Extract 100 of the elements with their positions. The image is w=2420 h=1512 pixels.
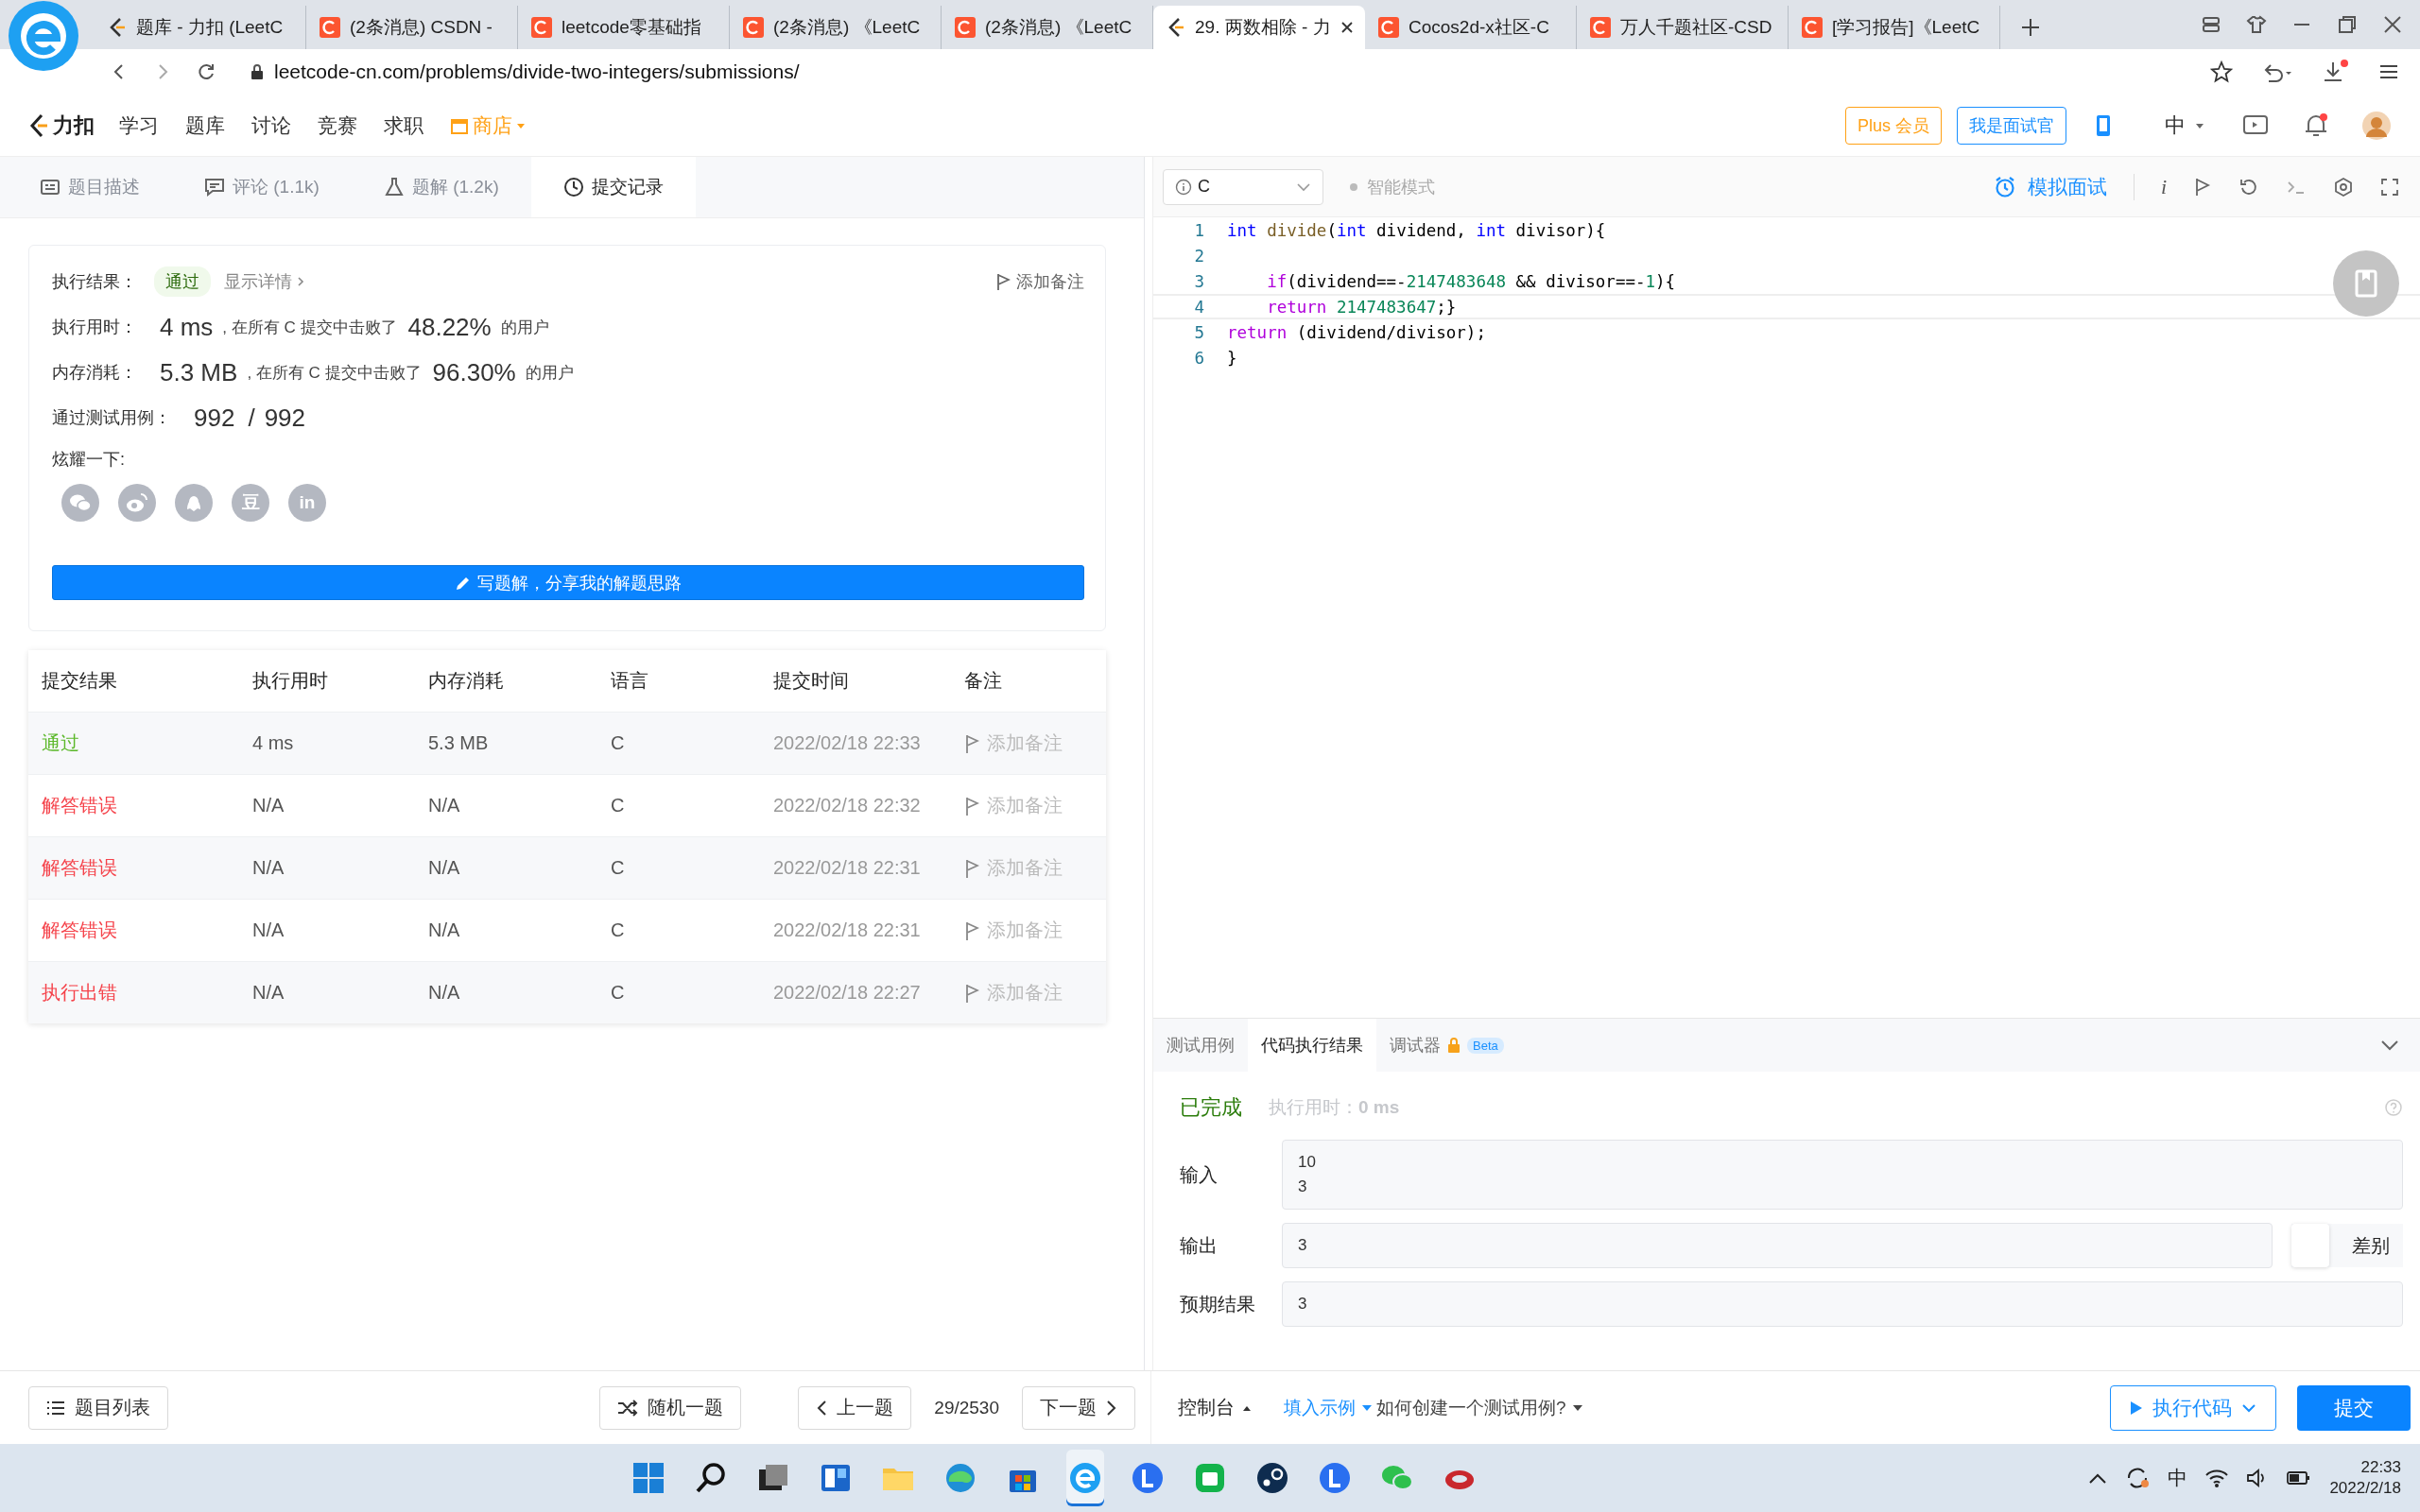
flag-icon (964, 982, 979, 1004)
phone-icon[interactable] (2095, 113, 2112, 137)
lock-icon (1446, 1037, 1461, 1054)
caret-icon (516, 121, 526, 129)
table-cell-text: C (611, 919, 626, 941)
run-time-value: 0 ms (1358, 1097, 1400, 1118)
address-field[interactable]: leetcode-cn.com/problems/divide-two-integers/submissions/ (240, 60, 2186, 83)
table-cell-text: N/A (428, 795, 461, 816)
close-icon[interactable] (1340, 21, 1354, 34)
stat-text: 的用户 (500, 317, 549, 338)
stat-value: 992 (264, 403, 305, 433)
star-icon[interactable] (2210, 60, 2233, 83)
code-line: return (dividend/divisor); (1227, 322, 1486, 342)
chevron-up-icon[interactable] (2088, 1471, 2108, 1485)
table-cell-text: N/A (252, 982, 285, 1004)
stat-value: 992 (194, 403, 235, 433)
site-logo[interactable]: 力扣 (53, 111, 95, 140)
field-label: 输出 (1180, 1233, 1219, 1258)
info-button[interactable]: i (2160, 174, 2167, 199)
status-badge: 通过 (154, 266, 211, 297)
console-tab[interactable]: 测试用例 (1153, 1019, 1248, 1072)
chevron-down-icon (2241, 1402, 2256, 1413)
table-cell-text: 2022/02/18 22:33 (773, 732, 922, 754)
separator-text: / (248, 403, 255, 433)
console-tab[interactable]: 代码执行结果 (1248, 1019, 1376, 1072)
close-icon[interactable] (2382, 14, 2403, 35)
code-editor[interactable]: 1 int divide(int dividend, int divisor){ 2 3 if(dividend==-2147483648 && divisor==-1){ 4 return 2147483647;} 5 return (dividend/divisor); 6 } (1153, 217, 2420, 1018)
collections-icon[interactable] (2201, 14, 2221, 35)
help-link[interactable]: 如何创建一个测试用例? (1376, 1395, 1583, 1420)
browser-tab[interactable]: 29. 两数相除 - 力 (1153, 6, 1365, 49)
table-cell-text: 2022/02/18 22:27 (773, 982, 922, 1004)
add-note-link[interactable]: 添加备注 (995, 270, 1084, 293)
table-cell-text: N/A (428, 982, 461, 1004)
table-cell-text: N/A (428, 857, 461, 879)
flask-icon (383, 177, 405, 198)
lock-icon (250, 63, 265, 80)
table-cell-text: 5.3 MB (428, 732, 490, 754)
stat-percent: 96.30% (432, 357, 516, 387)
settings-icon[interactable] (2333, 176, 2354, 198)
line-number: 1 (1193, 220, 1204, 240)
stat-text: , 在所有 C 提交中击败了 (247, 362, 422, 384)
status-link[interactable]: 解答错误 (42, 793, 252, 818)
write-solution-button[interactable]: 写题解，分享我的解题思路 (52, 565, 1084, 600)
field-label: 通过测试用例： (52, 407, 171, 429)
chevron-right-icon (1106, 1399, 1117, 1417)
stat-value: 4 ms (160, 312, 214, 342)
info-icon (1175, 178, 1192, 196)
reload-icon[interactable] (197, 62, 216, 81)
field-label: 内存消耗： (52, 362, 137, 384)
letter-c-icon (955, 17, 976, 38)
column-header: 执行用时 (252, 669, 329, 693)
console-tab[interactable]: 调试器 Beta (1376, 1019, 1517, 1072)
next-button[interactable]: 下一题 (1022, 1385, 1135, 1430)
nav-link[interactable]: 竞赛 (318, 112, 357, 139)
caret-icon (1571, 1403, 1583, 1412)
field-label: 输入 (1180, 1162, 1219, 1187)
nav-link[interactable]: 求职 (384, 112, 424, 139)
bell-icon[interactable] (2303, 112, 2329, 139)
chevron-left-icon (816, 1399, 828, 1417)
flag-icon[interactable] (2193, 176, 2212, 198)
leetcode-logo-icon (1167, 17, 1185, 38)
random-problem-button[interactable]: 随机一题 (599, 1385, 742, 1430)
output-field: 3 (1282, 1281, 2403, 1327)
wifi-icon[interactable] (2204, 1468, 2230, 1488)
restore-icon[interactable] (2337, 14, 2358, 35)
output-field: 10 3 (1282, 1140, 2403, 1210)
caret-icon (1361, 1403, 1373, 1412)
line-number: 2 (1193, 246, 1204, 266)
collapse-icon[interactable] (2380, 1040, 2399, 1051)
clock-date[interactable]: 2022/2/18 (2329, 1478, 2401, 1499)
status-text: 已完成 (1180, 1094, 1242, 1121)
nav-link[interactable]: 学习 (119, 112, 159, 139)
code-line: if(dividend==-2147483648 && divisor==-1){ (1266, 271, 1676, 291)
clock-time[interactable]: 22:33 (2360, 1457, 2401, 1478)
comment-icon (204, 177, 225, 198)
show-details-link[interactable]: 显示详情 (224, 270, 305, 293)
letter-c-icon (531, 17, 552, 38)
table-cell-text: C (611, 857, 626, 879)
avatar-icon[interactable] (2361, 110, 2392, 141)
new-tab-icon[interactable] (2021, 18, 2040, 37)
leetcode-logo-icon (108, 17, 127, 38)
table-cell-text: 2022/02/18 22:31 (773, 857, 922, 879)
language-dropdown[interactable]: C (1163, 168, 1323, 205)
flag-icon (964, 919, 979, 941)
problem-tab[interactable]: 提交记录 (530, 157, 696, 217)
code-line: } (1227, 348, 1237, 368)
problem-list-button[interactable]: 题目列表 (28, 1385, 168, 1430)
status-link[interactable]: 解答错误 (42, 918, 252, 943)
previous-button[interactable]: 上一题 (798, 1385, 912, 1430)
submit-button[interactable]: 提交 (2297, 1384, 2411, 1431)
nav-link[interactable]: 讨论 (251, 112, 291, 139)
fullscreen-icon[interactable] (2380, 177, 2399, 197)
nav-link[interactable]: 题库 (185, 112, 225, 139)
shirt-icon[interactable] (2246, 14, 2267, 35)
code-line: int divide(int dividend, int divisor){ (1227, 220, 1606, 240)
clock-icon (562, 177, 584, 198)
language-selector[interactable]: 中 (2165, 111, 2204, 140)
console-toggle[interactable]: 控制台 (1178, 1395, 1252, 1420)
input-method-indicator[interactable]: 中 (2168, 1465, 2188, 1491)
table-cell-text: C (611, 732, 626, 754)
